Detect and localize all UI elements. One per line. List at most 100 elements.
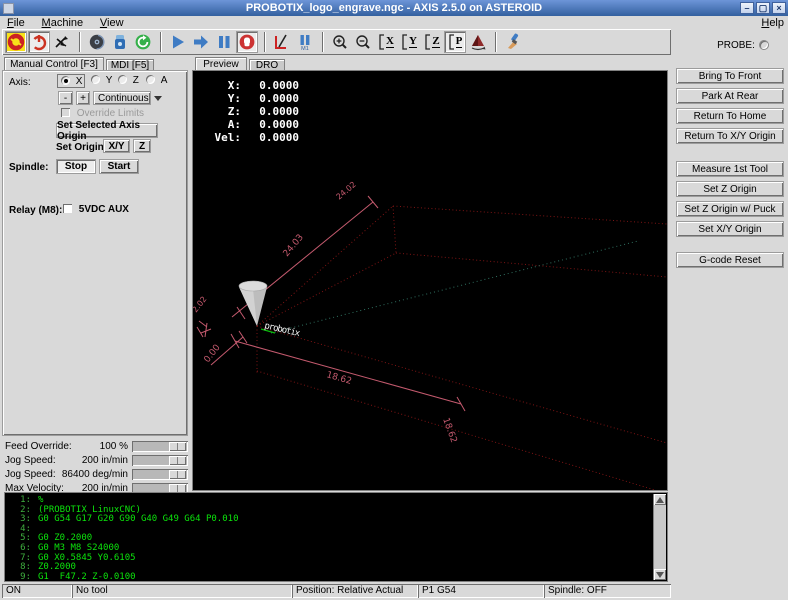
maximize-button[interactable]: ▢ — [756, 2, 770, 14]
zoom-in-icon — [331, 33, 349, 51]
set-xy-origin-button[interactable]: Set X/Y Origin — [676, 221, 784, 237]
probe-indicator-box: PROBE: — [700, 38, 786, 52]
spindle-stop-button[interactable]: Stop — [56, 159, 96, 174]
menu-file[interactable]: File — [0, 16, 32, 29]
stop-hand-icon — [238, 33, 256, 51]
measure-1st-tool-button[interactable]: Measure 1st Tool — [676, 161, 784, 177]
axis-radio-z[interactable]: Z — [118, 75, 139, 86]
view-p-button[interactable]: P — [444, 31, 466, 53]
machine-power-button[interactable] — [28, 31, 50, 53]
reload-file-button[interactable] — [132, 31, 154, 53]
estop-button[interactable] — [5, 31, 27, 53]
skip-lines-button[interactable] — [271, 31, 293, 53]
window-title: PROBOTIX_logo_engrave.ngc - AXIS 2.5.0 o… — [0, 2, 788, 14]
slider-thumb[interactable] — [169, 456, 186, 465]
gcode-line-number: 9: — [7, 573, 31, 581]
pause-button[interactable] — [213, 31, 235, 53]
set-z-origin-label: Set Z Origin — [703, 184, 756, 195]
jog-speed-slider[interactable] — [132, 455, 188, 466]
axis-radio-a[interactable]: A — [146, 75, 167, 86]
toolbar-separator — [160, 32, 162, 52]
optional-pause-button[interactable]: M1 — [294, 31, 316, 53]
step-arrow-icon — [192, 33, 210, 51]
status-machine-state: ON — [2, 584, 72, 598]
gcode-line-text: G0 G54 G17 G20 G90 G40 G49 G64 P0.010 — [38, 514, 238, 524]
status-coord-system: P1 G54 — [418, 584, 544, 598]
view-y-label: Y — [409, 36, 417, 48]
gcode-listing[interactable]: 1:% 2:(PROBOTIX LinuxCNC) 3:G0 G54 G17 G… — [5, 493, 667, 581]
spindle-start-button[interactable]: Start — [99, 159, 139, 174]
bring-to-front-button[interactable]: Bring To Front — [676, 68, 784, 84]
close-button[interactable]: × — [772, 2, 786, 14]
reload-tooltable-button[interactable] — [109, 31, 131, 53]
minimize-button[interactable]: – — [740, 2, 754, 14]
zoom-in-button[interactable] — [329, 31, 351, 53]
set-origin-xy-button[interactable]: X/Y — [103, 139, 130, 153]
jog-mode-dropdown[interactable]: Continuous — [93, 91, 151, 105]
tab-dro[interactable]: DRO — [249, 59, 285, 71]
axis-x-label: X — [76, 76, 83, 87]
spindle-label: Spindle: — [9, 162, 48, 173]
tab-manual-control[interactable]: Manual Control [F3] — [4, 57, 104, 71]
rapid-move-path — [271, 241, 638, 333]
tool-cone — [239, 281, 267, 326]
jog-minus-button[interactable]: - — [58, 91, 73, 105]
feed-override-slider[interactable] — [132, 441, 188, 452]
checkbox-icon — [63, 204, 72, 213]
jog-speed-deg-slider[interactable] — [132, 469, 188, 480]
preview-3d-scene: 24.02 24.03 18.62 18.62 2.02 0.00 probot… — [193, 71, 667, 490]
gcode-scrollbar[interactable] — [653, 494, 666, 580]
axis-radio-x[interactable]: X — [57, 74, 85, 88]
axis-label: Axis: — [9, 77, 31, 88]
gcode-line-text: % — [38, 495, 43, 505]
optional-pause-icon: M1 — [296, 33, 314, 51]
view-y-button[interactable]: Y — [398, 31, 420, 53]
set-z-origin-button[interactable]: Set Z Origin — [676, 181, 784, 197]
status-tool: No tool — [72, 584, 292, 598]
set-origin-z-button[interactable]: Z — [133, 139, 151, 153]
relay-checkbox[interactable]: 5VDC AUX — [63, 204, 129, 215]
return-to-xy-origin-button[interactable]: Return To X/Y Origin — [676, 128, 784, 144]
radio-selected-icon — [61, 76, 70, 85]
axis-radio-y[interactable]: Y — [91, 75, 112, 86]
park-at-rear-button[interactable]: Park At Rear — [676, 88, 784, 104]
set-z-origin-w-puck-label: Set Z Origin w/ Puck — [684, 204, 775, 215]
step-button[interactable] — [190, 31, 212, 53]
stop-button[interactable] — [236, 31, 258, 53]
set-selected-axis-origin-button[interactable]: Set Selected Axis Origin — [56, 123, 158, 138]
radio-icon — [91, 75, 100, 84]
set-origin-z-label: Z — [139, 141, 145, 152]
set-z-origin-w-puck-button[interactable]: Set Z Origin w/ Puck — [676, 201, 784, 217]
return-to-home-button[interactable]: Return To Home — [676, 108, 784, 124]
gcode-line-text: G0 M3 M8 S24000 — [38, 543, 119, 553]
slider-thumb[interactable] — [169, 484, 186, 493]
menu-help[interactable]: Help — [761, 17, 784, 29]
gcode-line-text: Z0.2000 — [38, 562, 76, 572]
rotate-view-button[interactable] — [467, 31, 489, 53]
run-button[interactable] — [167, 31, 189, 53]
open-file-button[interactable] — [86, 31, 108, 53]
menu-machine[interactable]: Machine — [35, 16, 91, 29]
clear-plot-button[interactable] — [502, 31, 524, 53]
title-bar[interactable]: PROBOTIX_logo_engrave.ngc - AXIS 2.5.0 o… — [0, 0, 788, 16]
jog-plus-button[interactable]: + — [76, 91, 90, 105]
scroll-up-arrow[interactable] — [654, 494, 666, 505]
tab-preview[interactable]: Preview — [195, 57, 247, 71]
view-x-button[interactable]: X — [375, 31, 397, 53]
engraving-text-path: probotix — [263, 321, 301, 339]
axis-window: { "window": { "title": "PROBOTIX_logo_en… — [0, 0, 788, 600]
zoom-out-button[interactable] — [352, 31, 374, 53]
menu-view[interactable]: View — [93, 16, 131, 29]
jog-mode-button[interactable] — [51, 31, 73, 53]
tab-dro-label: DRO — [256, 60, 278, 71]
view-z-button[interactable]: Z — [421, 31, 443, 53]
status-spindle: Spindle: OFF — [544, 584, 671, 598]
gcode-reset-button[interactable]: G-code Reset — [676, 252, 784, 268]
override-limits-checkbox[interactable]: Override Limits — [61, 108, 144, 119]
preview-canvas[interactable]: X:0.0000 Y:0.0000 Z:0.0000 A:0.0000 Vel:… — [193, 71, 667, 490]
probe-label: PROBE: — [717, 40, 755, 51]
slider-thumb[interactable] — [169, 470, 186, 479]
bracket-icon — [378, 34, 385, 50]
scroll-down-arrow[interactable] — [654, 569, 666, 580]
slider-thumb[interactable] — [169, 442, 186, 451]
